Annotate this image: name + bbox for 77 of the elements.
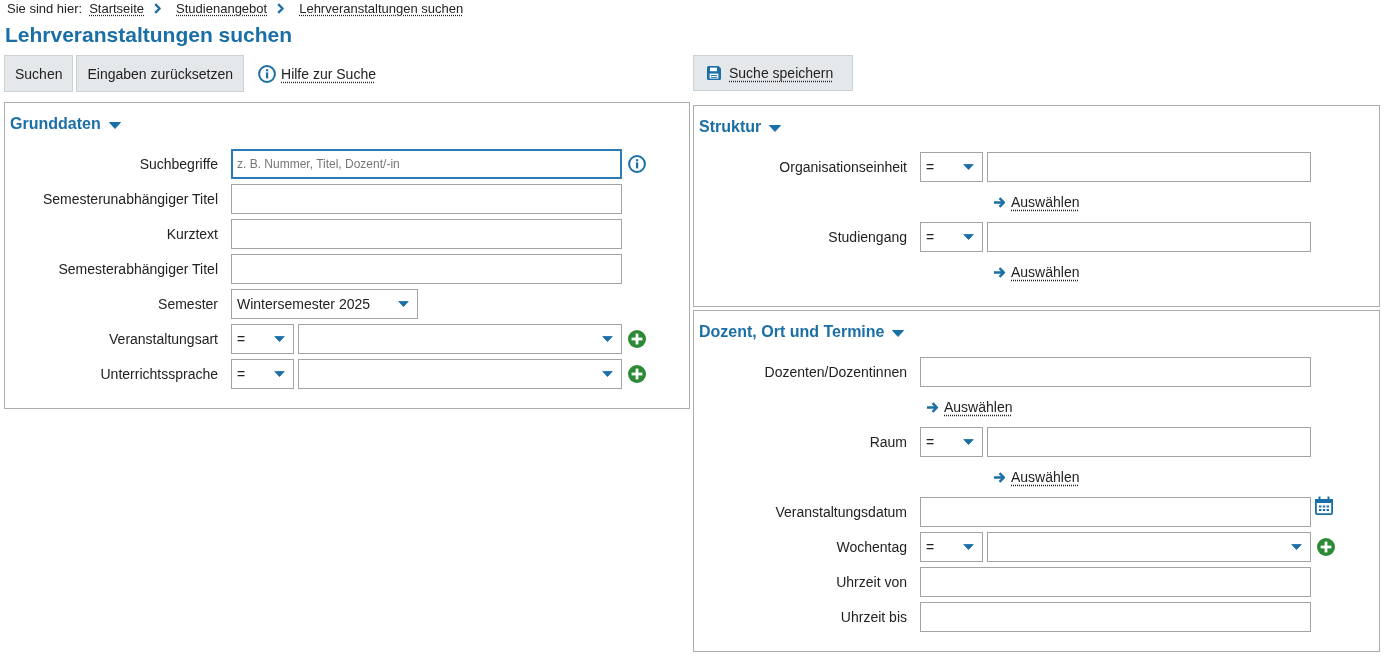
select-link[interactable]: Auswählen <box>993 264 1080 280</box>
field-label: Uhrzeit von <box>835 574 907 590</box>
caret-icon <box>602 371 613 377</box>
toolbar-button[interactable]: Eingaben zurücksetzen <box>76 55 245 92</box>
section-toggle[interactable]: Dozent, Ort und Termine <box>699 321 905 343</box>
text-input[interactable] <box>231 184 622 214</box>
arrow-icon <box>993 470 1006 484</box>
field-label: Dozenten/Dozentinnen <box>763 364 907 380</box>
caret-icon <box>274 336 285 342</box>
chevron-icon <box>277 2 285 14</box>
text-input[interactable] <box>920 357 1311 387</box>
field-label: Semester <box>157 296 218 312</box>
caret-icon <box>963 164 974 170</box>
field-label: Veranstaltungsart <box>108 331 218 347</box>
text-input[interactable]: z. B. Nummer, Titel, Dozent/-in <box>231 149 622 179</box>
plus-icon[interactable] <box>1317 538 1335 556</box>
operator-select[interactable]: = <box>920 222 983 252</box>
plus-icon[interactable] <box>628 365 646 383</box>
text-input[interactable] <box>231 254 622 284</box>
field-label: Uhrzeit bis <box>839 609 907 625</box>
caret-icon <box>769 125 782 132</box>
plus-icon[interactable] <box>628 330 646 348</box>
operator-select[interactable]: = <box>231 324 294 354</box>
caret-icon <box>274 371 285 377</box>
arrow-icon <box>993 265 1006 279</box>
info-icon[interactable] <box>628 155 646 173</box>
field-label: Wochentag <box>835 539 907 555</box>
text-input[interactable] <box>987 427 1311 457</box>
section-toggle[interactable]: Struktur <box>699 116 782 138</box>
select-field[interactable]: Wintersemester 2025 <box>231 289 418 319</box>
section-toggle[interactable]: Grunddaten <box>10 113 121 135</box>
save-search-button[interactable]: Suche speichern <box>693 54 853 91</box>
select-link[interactable]: Auswählen <box>993 194 1080 210</box>
field-label: Veranstaltungsdatum <box>774 504 907 520</box>
breadcrumb-label: Sie sind hier: <box>7 0 83 16</box>
toolbar-button[interactable]: Suchen <box>4 55 74 92</box>
operator-select[interactable]: = <box>920 427 983 457</box>
caret-icon <box>108 122 121 129</box>
select-link[interactable]: Auswählen <box>926 399 1013 415</box>
operator-select[interactable]: = <box>920 532 983 562</box>
caret-icon <box>963 439 974 445</box>
text-input[interactable] <box>920 602 1311 632</box>
field-label: Suchbegriffe <box>138 156 218 172</box>
select-field[interactable] <box>298 324 622 354</box>
caret-icon <box>602 336 613 342</box>
arrow-icon <box>993 195 1006 209</box>
chevron-icon <box>154 2 162 14</box>
breadcrumb-link[interactable]: Studienangebot <box>176 0 268 16</box>
arrow-icon <box>926 400 939 414</box>
help-link[interactable]: Hilfe zur Suche <box>258 64 376 83</box>
text-input[interactable] <box>987 222 1311 252</box>
caret-icon <box>963 234 974 240</box>
page-title: Lehrveranstaltungen suchen <box>5 22 293 48</box>
breadcrumb-link[interactable]: Startseite <box>89 0 145 16</box>
calendar-icon[interactable] <box>1314 496 1334 516</box>
field-label: Kurztext <box>165 226 218 242</box>
breadcrumb-link[interactable]: Lehrveranstaltungen suchen <box>299 0 464 16</box>
select-link[interactable]: Auswählen <box>993 469 1080 485</box>
caret-icon <box>963 544 974 550</box>
caret-icon <box>1291 544 1302 550</box>
field-label: Unterrichtssprache <box>99 366 218 382</box>
select-field[interactable] <box>987 532 1311 562</box>
field-label: Organisationseinheit <box>778 159 907 175</box>
caret-icon <box>398 301 409 307</box>
text-input[interactable] <box>920 567 1311 597</box>
select-field[interactable] <box>298 359 622 389</box>
operator-select[interactable]: = <box>231 359 294 389</box>
caret-icon <box>892 330 905 337</box>
field-label: Semesterabhängiger Titel <box>57 261 218 277</box>
text-input[interactable] <box>920 497 1311 527</box>
info-icon <box>258 64 277 83</box>
text-input[interactable] <box>987 152 1311 182</box>
field-label: Raum <box>868 434 907 450</box>
operator-select[interactable]: = <box>920 152 983 182</box>
field-label: Semesterunabhängiger Titel <box>41 191 218 207</box>
text-input[interactable] <box>231 219 622 249</box>
field-label: Studiengang <box>827 229 907 245</box>
